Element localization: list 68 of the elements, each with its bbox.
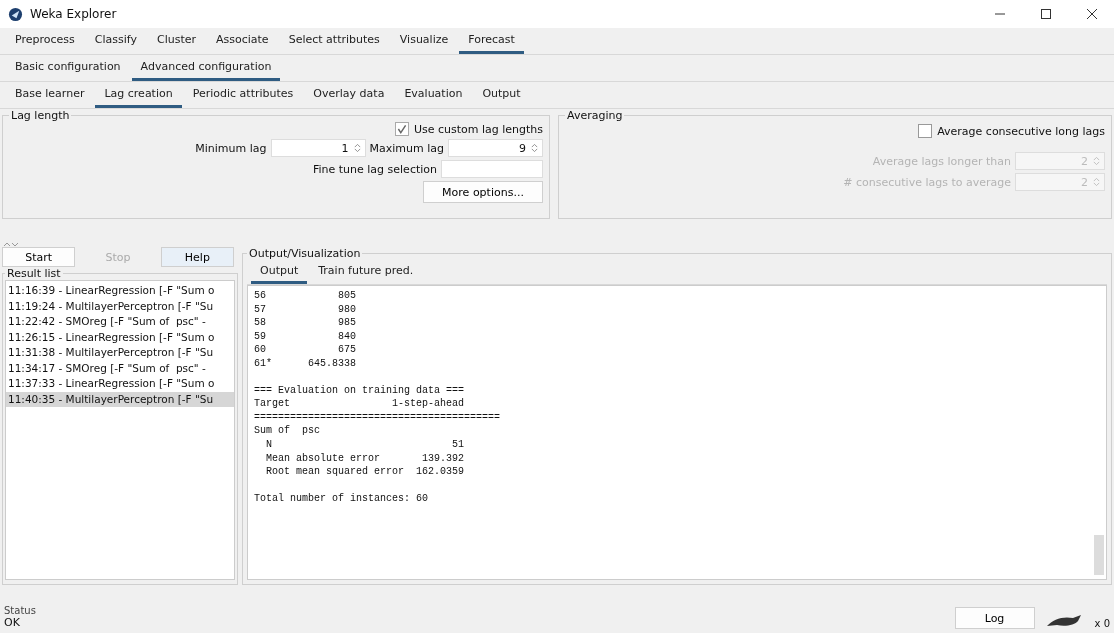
log-button[interactable]: Log bbox=[954, 607, 1035, 629]
group-title: Lag length bbox=[10, 109, 71, 122]
tab[interactable]: Output bbox=[473, 82, 530, 108]
input-field[interactable] bbox=[441, 160, 543, 178]
close-icon[interactable] bbox=[1086, 8, 1098, 20]
output-line: 58 985 bbox=[254, 316, 358, 330]
result-item[interactable]: 11:16:39 - LinearRegression [-F "Sum o bbox=[6, 283, 234, 299]
result-item[interactable]: 11:31:38 - MultilayerPerceptron [-F "Su bbox=[6, 345, 234, 361]
output-line: === Evaluation on training data === bbox=[254, 383, 466, 398]
more-options-button[interactable]: More options... bbox=[423, 181, 543, 203]
result-item[interactable]: 11:34:17 - SMOreg [-F "Sum of psc" - bbox=[6, 360, 234, 376]
spinner-arrows-icon[interactable] bbox=[352, 142, 362, 154]
tab[interactable]: Evaluation bbox=[395, 82, 472, 108]
result-item[interactable]: 11:22:42 - SMOreg [-F "Sum of psc" - bbox=[6, 314, 234, 330]
output-line: 56 805 bbox=[254, 289, 358, 303]
collapse-arrows-icon[interactable] bbox=[3, 241, 19, 247]
action-button[interactable]: Help bbox=[160, 247, 234, 267]
output-line: 60 675 bbox=[254, 343, 358, 357]
result-item[interactable]: 11:40:35 - MultilayerPerceptron [-F "Su bbox=[6, 391, 234, 407]
tab[interactable]: Cluster bbox=[147, 28, 205, 54]
status-text: OK bbox=[4, 616, 21, 629]
checkbox[interactable] bbox=[918, 124, 933, 138]
output-line: ========================================= bbox=[254, 410, 502, 425]
group-title: Result list bbox=[6, 267, 62, 280]
status-title: Status bbox=[4, 605, 36, 616]
result-item[interactable]: 11:26:15 - LinearRegression [-F "Sum o bbox=[6, 329, 234, 345]
tab[interactable]: Preprocess bbox=[6, 28, 84, 54]
result-item[interactable]: 11:19:24 - MultilayerPerceptron [-F "Su bbox=[6, 298, 234, 314]
output-line: Sum of psc bbox=[254, 424, 321, 438]
output-line: N 51 bbox=[265, 437, 466, 452]
scrollbar-thumb[interactable] bbox=[1094, 535, 1104, 575]
group-title: Output/Visualization bbox=[248, 247, 362, 260]
checkbox-label: Use custom lag lengths bbox=[413, 122, 543, 136]
tab[interactable]: Associate bbox=[207, 28, 278, 54]
tab[interactable]: Visualize bbox=[390, 28, 458, 54]
output-line: 59 840 bbox=[254, 329, 358, 344]
field-label: Minimum lag bbox=[195, 141, 267, 155]
tab[interactable]: Lag creation bbox=[95, 82, 182, 108]
field-label: Maximum lag bbox=[369, 141, 444, 155]
checkbox[interactable] bbox=[394, 122, 409, 136]
tab[interactable]: Overlay data bbox=[304, 82, 394, 108]
app-logo-icon bbox=[8, 6, 23, 22]
field-label: Fine tune lag selection bbox=[312, 162, 437, 176]
spinner-field[interactable]: 9 bbox=[448, 139, 543, 157]
tab[interactable]: Periodic attributes bbox=[183, 82, 303, 108]
output-line: Mean absolute error 139.392 bbox=[265, 451, 466, 466]
tab[interactable]: Basic configuration bbox=[6, 55, 130, 81]
group-title: Averaging bbox=[566, 109, 624, 122]
tab[interactable]: Select attributes bbox=[279, 28, 389, 54]
spinner-arrows-icon[interactable] bbox=[530, 142, 539, 154]
tab[interactable]: Classify bbox=[85, 28, 146, 54]
maximize-icon[interactable] bbox=[1040, 8, 1052, 20]
task-count: x 0 bbox=[1094, 618, 1110, 629]
result-item[interactable]: 11:37:33 - LinearRegression [-F "Sum o bbox=[6, 376, 234, 392]
action-button[interactable]: Start bbox=[2, 247, 76, 267]
window-title: Weka Explorer bbox=[30, 7, 117, 21]
tab[interactable]: Base learner bbox=[6, 82, 94, 108]
output-line: 61* 645.8338 bbox=[254, 356, 358, 371]
spinner-arrows-icon[interactable] bbox=[1092, 176, 1101, 188]
tab[interactable]: Train future pred. bbox=[309, 260, 423, 284]
spinner-field[interactable]: 1 bbox=[270, 139, 366, 157]
output-line: Root mean squared error 162.0359 bbox=[265, 465, 466, 479]
spinner-arrows-icon[interactable] bbox=[1092, 155, 1101, 167]
output-line: Total number of instances: 60 bbox=[254, 491, 430, 506]
output-line: 57 980 bbox=[254, 302, 358, 317]
checkbox-label: Average consecutive long lags bbox=[937, 124, 1105, 138]
output-line: Target 1-step-ahead bbox=[254, 397, 466, 411]
field-label: Average lags longer than bbox=[872, 154, 1011, 168]
